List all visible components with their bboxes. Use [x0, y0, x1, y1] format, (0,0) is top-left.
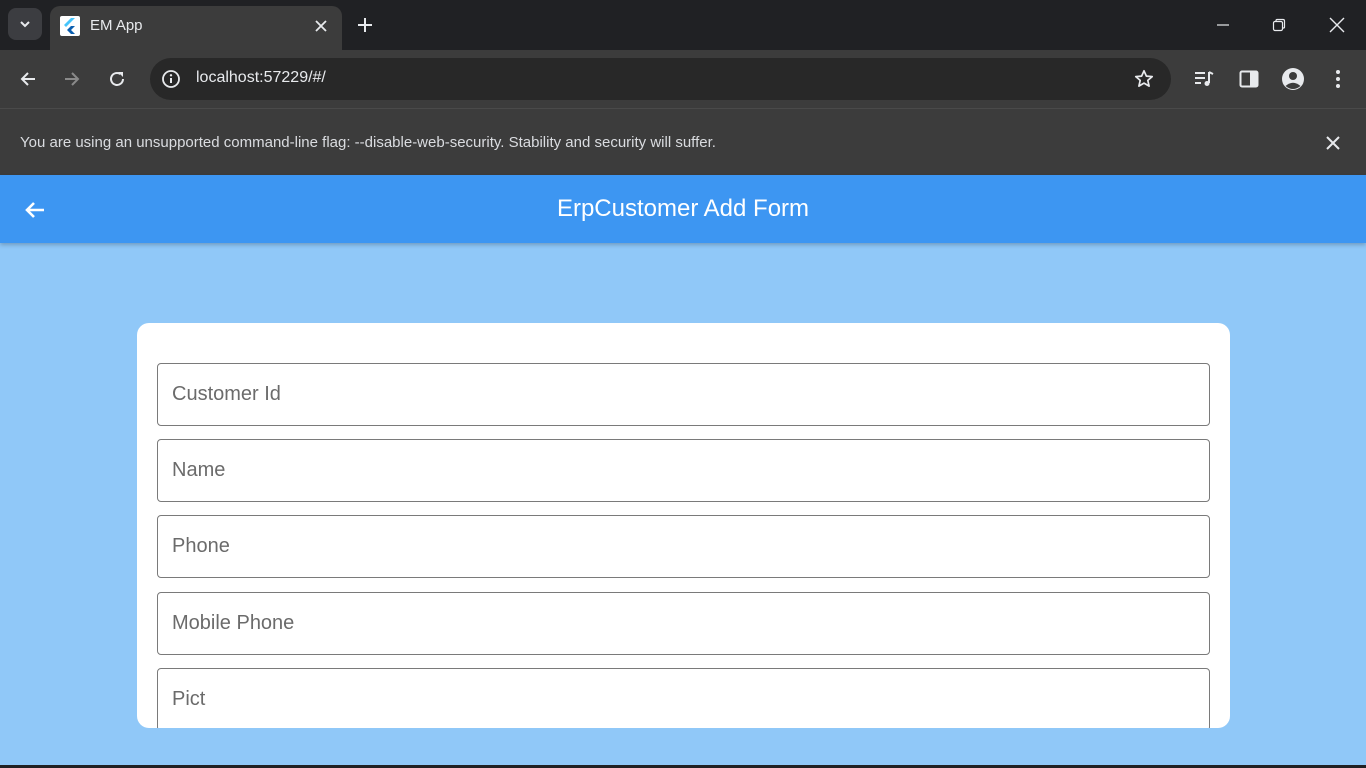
flutter-logo-icon — [60, 16, 80, 36]
close-icon — [1326, 136, 1340, 150]
new-tab-button[interactable] — [352, 12, 378, 38]
tab-search-button[interactable] — [8, 8, 42, 40]
back-button[interactable] — [13, 64, 43, 94]
minimize-button[interactable] — [1208, 10, 1238, 40]
name-input[interactable] — [158, 440, 1209, 501]
minimize-icon — [1217, 24, 1229, 26]
forward-button[interactable] — [57, 64, 87, 94]
info-icon — [162, 70, 180, 88]
mobile-phone-input[interactable] — [158, 593, 1209, 654]
media-control-button[interactable] — [1189, 64, 1219, 94]
browser-tab[interactable]: EM App — [50, 6, 342, 50]
profile-icon — [1282, 68, 1304, 90]
kebab-menu-icon — [1336, 70, 1340, 88]
infobar-message: You are using an unsupported command-lin… — [20, 134, 716, 151]
profile-button[interactable] — [1278, 64, 1308, 94]
close-icon — [1329, 17, 1345, 33]
phone-field[interactable] — [157, 515, 1210, 578]
close-window-button[interactable] — [1322, 10, 1352, 40]
form-card — [137, 323, 1230, 728]
star-icon — [1134, 69, 1154, 87]
browser-menu-button[interactable] — [1323, 64, 1353, 94]
side-panel-button[interactable] — [1234, 64, 1264, 94]
pict-input[interactable] — [158, 669, 1209, 728]
infobar-close-button[interactable] — [1322, 132, 1344, 154]
plus-icon — [358, 18, 372, 32]
page-title: ErpCustomer Add Form — [556, 195, 810, 222]
tab-close-button[interactable] — [312, 17, 330, 35]
address-bar[interactable]: localhost:57229/#/ — [150, 58, 1171, 100]
customer-id-field[interactable] — [157, 363, 1210, 426]
mobile-phone-field[interactable] — [157, 592, 1210, 655]
site-info-button[interactable] — [160, 68, 182, 90]
side-panel-icon — [1239, 70, 1259, 88]
restore-icon — [1272, 18, 1286, 32]
media-control-icon — [1195, 71, 1214, 86]
name-field[interactable] — [157, 439, 1210, 502]
pict-field[interactable] — [157, 668, 1210, 728]
reload-icon — [110, 71, 124, 86]
tab-title: EM App — [90, 17, 143, 34]
app-viewport: ErpCustomer Add Form — [0, 175, 1366, 765]
arrow-left-icon — [20, 72, 35, 86]
restore-button[interactable] — [1264, 10, 1294, 40]
app-bar: ErpCustomer Add Form — [0, 175, 1366, 243]
browser-toolbar: localhost:57229/#/ — [0, 50, 1366, 108]
customer-id-input[interactable] — [158, 364, 1209, 425]
url-text[interactable]: localhost:57229/#/ — [196, 69, 326, 87]
chevron-down-icon — [20, 21, 30, 28]
warning-infobar: You are using an unsupported command-lin… — [0, 108, 1366, 175]
tab-strip: EM App — [0, 0, 1366, 50]
close-icon — [315, 20, 327, 32]
bookmark-button[interactable] — [1133, 68, 1155, 90]
phone-input[interactable] — [158, 516, 1209, 577]
reload-button[interactable] — [102, 64, 132, 94]
arrow-right-icon — [65, 72, 80, 86]
